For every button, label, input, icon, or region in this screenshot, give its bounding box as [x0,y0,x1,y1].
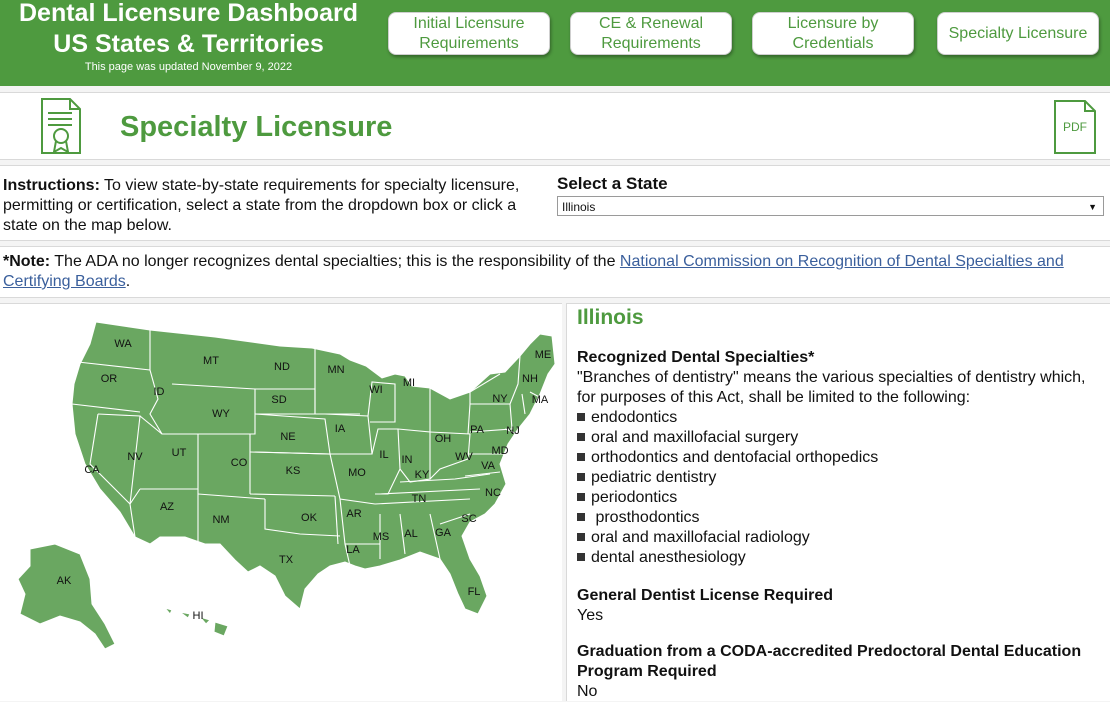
bullet-square-icon [577,533,585,541]
general-dentist-section: General Dentist License Required Yes [577,586,1097,626]
general-dentist-value: Yes [577,607,604,624]
specialty-item: prosthodontics [577,508,1097,528]
instructions-label: Instructions: [3,177,100,194]
pdf-label: PDF [1063,120,1087,134]
specialty-item: oral and maxillofacial surgery [577,428,1097,448]
bullet-square-icon [577,433,585,441]
specialties-list: endodontics oral and maxillofacial surger… [577,408,1097,568]
specialty-item: endodontics [577,408,1097,428]
page-title-bar: Specialty Licensure PDF [0,92,1110,160]
specialty-label: pediatric dentistry [591,469,717,486]
nav-specialty-licensure-button[interactable]: Specialty Licensure [937,12,1099,55]
specialty-label: endodontics [591,409,678,426]
specialty-label: orthodontics and dentofacial orthopedics [591,449,879,466]
specialty-label: periodontics [591,489,678,506]
header-bar: Dental Licensure Dashboard US States & T… [0,0,1110,86]
bullet-square-icon [577,553,585,561]
page-title: Specialty Licensure [120,111,393,143]
specialty-item: periodontics [577,488,1097,508]
state-hi[interactable] [163,607,229,637]
state-label-hi: HI [193,610,204,622]
note-text: *Note: The ADA no longer recognizes dent… [3,252,1103,292]
state-select-label: Select a State [557,174,668,193]
specialty-label: oral and maxillofacial surgery [591,429,799,446]
selected-state-name: Illinois [577,306,644,329]
state-select-value: Illinois [562,200,596,214]
nav-licensure-by-credentials-button[interactable]: Licensure by Credentials [752,12,914,55]
us-map-panel: WA OR CA ID NV MT WY UT AZ CO NM ND SD NE KS OK TX MN IA MO… [0,303,562,701]
note-body: The ADA no longer recognizes dental spec… [50,253,620,270]
specialty-label: prosthodontics [591,509,700,526]
dashboard-title: Dental Licensure Dashboard [19,0,358,27]
nav-initial-licensure-button[interactable]: Initial Licensure Requirements [388,12,550,55]
state-ak[interactable] [17,543,116,650]
specialty-item: oral and maxillofacial radiology [577,528,1097,548]
nav-label: Licensure by Credentials [787,14,879,52]
specialty-item: pediatric dentistry [577,468,1097,488]
coda-heading: Graduation from a CODA-accredited Predoc… [577,643,1082,680]
note-end: . [125,273,131,290]
bullet-square-icon [577,413,585,421]
bullet-square-icon [577,513,585,521]
coda-value: No [577,683,598,700]
nav-label: CE & Renewal Requirements [598,14,704,52]
specialty-label: oral and maxillofacial radiology [591,529,810,546]
state-detail-panel: Illinois Recognized Dental Specialties* … [566,303,1110,701]
us-map-body[interactable] [71,321,556,615]
specialties-section: Recognized Dental Specialties* "Branches… [577,348,1097,568]
instructions-panel: Instructions: To view state-by-state req… [0,165,1110,241]
note-panel: *Note: The ADA no longer recognizes dent… [0,246,1110,298]
nav-label: Initial Licensure Requirements [413,14,525,52]
us-map[interactable]: WAORCAIDNVMTWYUTAZCONMNDSDNEKSOKTXMNIAMO… [0,304,562,701]
dropdown-arrow-icon: ▼ [1088,202,1097,212]
bullet-square-icon [577,473,585,481]
bullet-square-icon [577,493,585,501]
certificate-icon [41,98,81,154]
specialties-heading: Recognized Dental Specialties* [577,349,815,366]
coda-section: Graduation from a CODA-accredited Predoc… [577,642,1097,702]
dashboard-subtitle: US States & Territories [53,30,324,58]
nav-label: Specialty Licensure [948,24,1088,42]
nav-ce-renewal-button[interactable]: CE & Renewal Requirements [570,12,732,55]
specialty-label: dental anesthesiology [591,549,746,566]
specialty-item: orthodontics and dentofacial orthopedics [577,448,1097,468]
general-dentist-heading: General Dentist License Required [577,587,834,604]
specialty-item: dental anesthesiology [577,548,1097,568]
bullet-square-icon [577,453,585,461]
updated-date: This page was updated November 9, 2022 [84,61,293,73]
specialties-intro: "Branches of dentistry" means the variou… [577,369,1086,406]
pdf-icon[interactable]: PDF [1053,99,1097,155]
note-label: *Note: [3,253,51,270]
state-select-dropdown[interactable]: Illinois ▼ [557,196,1104,216]
instructions-text: Instructions: To view state-by-state req… [3,176,533,236]
